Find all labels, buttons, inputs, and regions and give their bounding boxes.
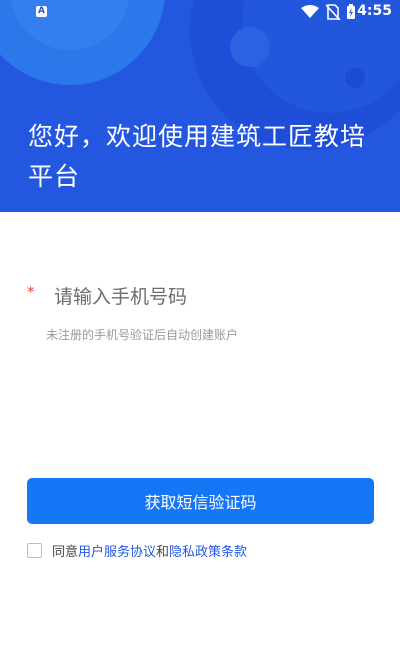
battery-charging-icon bbox=[347, 4, 355, 19]
no-sim-icon bbox=[325, 4, 341, 21]
privacy-policy-link[interactable]: 隐私政策条款 bbox=[169, 541, 247, 560]
header-banner: A 4:55 您好，欢迎使用建筑工匠教培平台 bbox=[0, 0, 400, 212]
wifi-icon bbox=[301, 5, 319, 18]
welcome-title: 您好，欢迎使用建筑工匠教培平台 bbox=[28, 122, 367, 191]
agreement-conjunction: 和 bbox=[156, 544, 170, 560]
agreement-checkbox[interactable] bbox=[27, 542, 42, 558]
agreement-row: 同意 用户服务协议 和 隐私政策条款 bbox=[27, 540, 247, 560]
status-time: 4:55 bbox=[357, 3, 392, 19]
phone-input[interactable] bbox=[54, 280, 374, 314]
agreement-prefix: 同意 bbox=[52, 544, 79, 560]
user-agreement-link[interactable]: 用户服务协议 bbox=[78, 541, 156, 560]
status-bar: A 4:55 bbox=[0, 0, 400, 26]
registration-hint: 未注册的手机号验证后自动创建账户 bbox=[46, 328, 239, 342]
required-mark: * bbox=[27, 283, 35, 301]
get-sms-code-button[interactable]: 获取短信验证码 bbox=[27, 478, 374, 524]
notification-badge: A bbox=[36, 6, 47, 17]
